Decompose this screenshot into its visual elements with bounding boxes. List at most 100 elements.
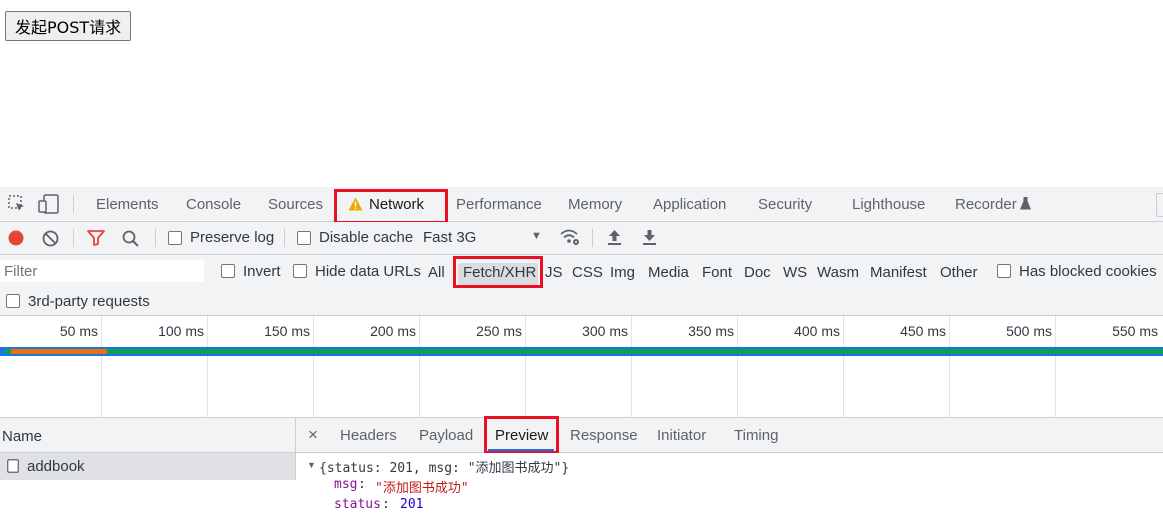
devtools-tabbar: Elements Console Sources Network Perform… xyxy=(0,187,1163,222)
grid-line xyxy=(207,316,208,417)
divider xyxy=(73,229,74,247)
network-toolbar: Preserve log Disable cache Fast 3G ▼ xyxy=(0,222,1163,255)
throttling-select[interactable]: Fast 3G xyxy=(423,229,476,246)
inspect-element-icon[interactable] xyxy=(8,195,26,216)
filter-icon[interactable] xyxy=(87,230,105,249)
divider xyxy=(73,195,74,213)
flask-icon xyxy=(1020,197,1031,213)
filter-type-js[interactable]: JS xyxy=(545,264,563,281)
devtools-panel: Elements Console Sources Network Perform… xyxy=(0,187,1163,525)
highlight-fetch-xhr xyxy=(453,256,543,288)
export-har-icon[interactable] xyxy=(642,229,657,249)
filter-type-manifest[interactable]: Manifest xyxy=(870,264,927,281)
tab-lighthouse[interactable]: Lighthouse xyxy=(852,196,925,213)
tick-label: 150 ms xyxy=(264,323,310,339)
overflow-menu-edge xyxy=(1156,193,1163,217)
grid-line xyxy=(419,316,420,417)
document-icon xyxy=(7,459,19,476)
has-blocked-cookies-checkbox[interactable] xyxy=(997,264,1011,278)
network-conditions-icon[interactable] xyxy=(560,229,580,249)
has-blocked-cookies-label: Has blocked cookies xyxy=(1019,263,1157,280)
tab-response[interactable]: Response xyxy=(570,427,638,444)
filter-type-font[interactable]: Font xyxy=(702,264,732,281)
preview-status-value: 201 xyxy=(400,497,424,512)
preserve-log-checkbox[interactable] xyxy=(168,231,182,245)
tab-sources[interactable]: Sources xyxy=(268,196,323,213)
tick-label: 200 ms xyxy=(370,323,416,339)
search-icon[interactable] xyxy=(122,230,139,250)
close-icon[interactable]: × xyxy=(308,425,318,445)
tab-payload[interactable]: Payload xyxy=(419,427,473,444)
divider xyxy=(592,229,593,247)
record-icon[interactable] xyxy=(8,230,24,249)
hide-data-urls-checkbox[interactable] xyxy=(293,264,307,278)
tick-label: 50 ms xyxy=(59,323,98,339)
detail-tabbar: × Headers Payload Preview Response Initi… xyxy=(296,418,1163,453)
clear-icon[interactable] xyxy=(42,230,59,250)
hide-data-urls-label: Hide data URLs xyxy=(315,263,421,280)
tick-label: 400 ms xyxy=(794,323,840,339)
request-name: addbook xyxy=(27,458,85,475)
requests-split-view: Name addbook × Headers Payload Preview R… xyxy=(0,416,1163,525)
network-overview-timeline[interactable]: 50 ms 100 ms 150 ms 200 ms 250 ms 300 ms… xyxy=(0,316,1163,418)
request-row[interactable]: addbook xyxy=(0,453,296,480)
name-column-header[interactable]: Name xyxy=(0,418,296,453)
filter-type-all[interactable]: All xyxy=(428,264,445,281)
import-har-icon[interactable] xyxy=(607,229,622,249)
preview-msg-value: "添加图书成功" xyxy=(375,481,469,496)
tab-security[interactable]: Security xyxy=(758,196,812,213)
post-request-button[interactable]: 发起POST请求 xyxy=(5,11,132,41)
filter-type-other[interactable]: Other xyxy=(940,264,978,281)
chevron-down-icon[interactable]: ▼ xyxy=(531,230,542,242)
filter-type-wasm[interactable]: Wasm xyxy=(817,264,859,281)
disable-cache-checkbox[interactable] xyxy=(297,231,311,245)
highlight-network-tab xyxy=(334,189,448,224)
tab-console[interactable]: Console xyxy=(186,196,241,213)
tab-memory[interactable]: Memory xyxy=(568,196,622,213)
grid-line xyxy=(1055,316,1056,417)
divider xyxy=(284,229,285,247)
grid-line xyxy=(313,316,314,417)
tab-application[interactable]: Application xyxy=(653,196,726,213)
divider xyxy=(155,229,156,247)
tick-label: 350 ms xyxy=(688,323,734,339)
grid-line xyxy=(843,316,844,417)
tick-label: 500 ms xyxy=(1006,323,1052,339)
grid-line xyxy=(631,316,632,417)
filter-type-media[interactable]: Media xyxy=(648,264,689,281)
preview-status-key: status xyxy=(334,497,381,512)
third-party-checkbox[interactable] xyxy=(6,294,20,308)
grid-line xyxy=(737,316,738,417)
filter-input[interactable] xyxy=(0,260,204,282)
tick-label: 550 ms xyxy=(1112,323,1158,339)
preview-summary[interactable]: {status: 201, msg: "添加图书成功"} xyxy=(319,457,569,476)
preserve-log-label: Preserve log xyxy=(190,229,275,246)
tick-label: 250 ms xyxy=(476,323,522,339)
tab-performance[interactable]: Performance xyxy=(456,196,542,213)
tab-recorder[interactable]: Recorder xyxy=(955,196,1017,213)
expand-triangle-icon[interactable]: ▼ xyxy=(307,460,316,470)
tick-label: 300 ms xyxy=(582,323,628,339)
filter-type-ws[interactable]: WS xyxy=(783,264,807,281)
third-party-label: 3rd-party requests xyxy=(28,293,150,310)
invert-label: Invert xyxy=(243,263,281,280)
name-header-label: Name xyxy=(2,428,43,445)
grid-line xyxy=(949,316,950,417)
tab-initiator[interactable]: Initiator xyxy=(657,427,706,444)
tick-label: 100 ms xyxy=(158,323,204,339)
disable-cache-label: Disable cache xyxy=(319,229,414,246)
filter-type-img[interactable]: Img xyxy=(610,264,635,281)
grid-line xyxy=(101,316,102,417)
filter-type-css[interactable]: CSS xyxy=(572,264,603,281)
invert-checkbox[interactable] xyxy=(221,264,235,278)
tab-timing[interactable]: Timing xyxy=(734,427,778,444)
request-bar-download xyxy=(4,349,1163,354)
device-toolbar-icon[interactable] xyxy=(38,194,60,217)
grid-line xyxy=(525,316,526,417)
preview-pane: ▼ {status: 201, msg: "添加图书成功"} msg : "添加… xyxy=(296,453,1163,525)
tab-headers[interactable]: Headers xyxy=(340,427,397,444)
tick-label: 450 ms xyxy=(900,323,946,339)
tab-elements[interactable]: Elements xyxy=(96,196,159,213)
filter-type-doc[interactable]: Doc xyxy=(744,264,771,281)
colon: : xyxy=(382,497,390,512)
